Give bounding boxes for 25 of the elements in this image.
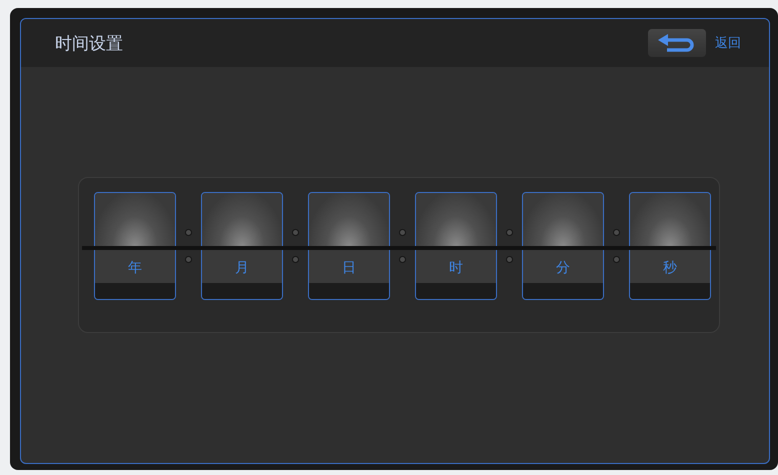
time-field-card[interactable]: 日 [308, 192, 390, 300]
separator-dot [506, 256, 513, 263]
time-field-card[interactable]: 月 [201, 192, 283, 300]
field-label: 日 [342, 259, 356, 277]
separator-dot [399, 256, 406, 263]
separator-dot [292, 229, 299, 236]
separator-dot [185, 256, 192, 263]
separator-dot [185, 229, 192, 236]
separator-dot [613, 229, 620, 236]
separator-dot [292, 256, 299, 263]
time-field-card[interactable]: 秒 [629, 192, 711, 300]
field-label: 月 [235, 259, 249, 277]
page-title: 时间设置 [55, 32, 123, 54]
field-label: 时 [449, 259, 463, 277]
time-field-card[interactable]: 时 [415, 192, 497, 300]
field-label: 分 [556, 259, 570, 277]
separator-dot [399, 229, 406, 236]
time-field-card[interactable]: 年 [94, 192, 176, 300]
separator-dot [506, 229, 513, 236]
separator-dot [613, 256, 620, 263]
back-button[interactable] [648, 29, 706, 57]
field-label: 秒 [663, 259, 677, 277]
field-label: 年 [128, 259, 142, 277]
time-field-card[interactable]: 分 [522, 192, 604, 300]
back-link[interactable]: 返回 [715, 34, 741, 52]
